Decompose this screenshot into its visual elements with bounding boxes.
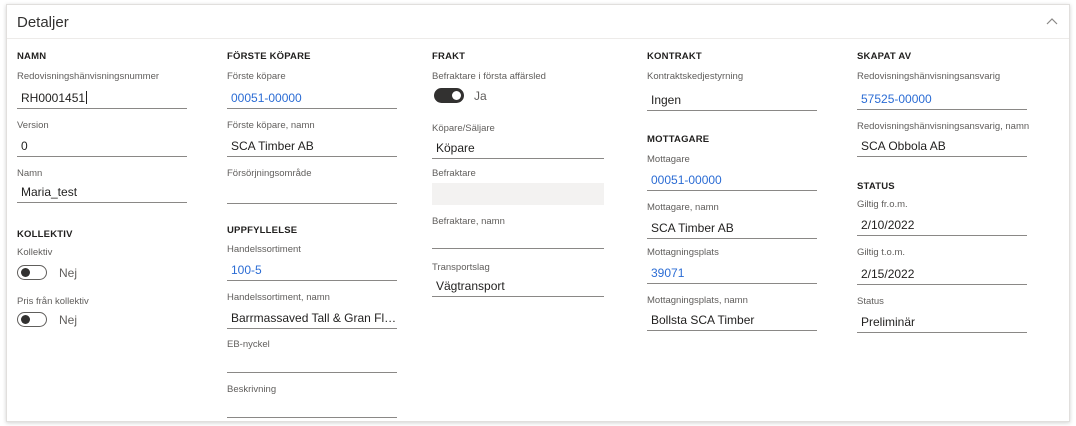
handelssortiment-field[interactable]: 100-5 (227, 259, 397, 281)
redov-nr-label: Redovisningshänvisningsnummer (17, 71, 160, 82)
chevron-up-icon[interactable] (1045, 15, 1059, 29)
toggle-knob (21, 268, 30, 277)
befraktare-forsta-toggle-label: Ja (474, 89, 487, 103)
giltig-tom-label: Giltig t.o.m. (857, 247, 906, 258)
befraktare-label: Befraktare (432, 168, 476, 179)
giltig-from-label: Giltig fr.o.m. (857, 199, 908, 210)
mottagare-label: Mottagare (647, 154, 690, 165)
forste-kopare-namn-label: Förste köpare, namn (227, 120, 315, 131)
befraktare-namn-label: Befraktare, namn (432, 216, 505, 227)
mottagningsplats-field[interactable]: 39071 (647, 262, 817, 284)
mottagningsplats-namn-field[interactable]: Bollsta SCA Timber (647, 309, 817, 331)
mottagningsplats-label: Mottagningsplats (647, 247, 719, 258)
section-kontrakt: KONTRAKT (647, 51, 702, 62)
handelssortiment-namn-label: Handelssortiment, namn (227, 292, 330, 303)
kopare-saljare-label: Köpare/Säljare (432, 123, 495, 134)
mottagare-namn-field[interactable]: SCA Timber AB (647, 217, 817, 239)
redov-nr-field[interactable]: RH0001451 (17, 87, 187, 109)
ansvarig-label: Redovisningshänvisningsansvarig (857, 71, 1001, 82)
giltig-tom-field[interactable]: 2/15/2022 (857, 263, 1027, 285)
toggle-knob (452, 91, 461, 100)
text-caret (86, 91, 88, 104)
forste-kopare-label: Förste köpare (227, 71, 286, 82)
befraktare-field (432, 183, 604, 205)
kollektiv-toggle[interactable] (17, 265, 47, 280)
forste-kopare-field[interactable]: 00051-00000 (227, 87, 397, 109)
version-field[interactable]: 0 (17, 135, 187, 157)
section-forste-kopare: FÖRSTE KÖPARE (227, 51, 311, 62)
befraktare-forsta-toggle[interactable] (434, 88, 464, 103)
kontraktskedje-label: Kontraktskedjestyrning (647, 71, 744, 82)
namn-field[interactable]: Maria_test (17, 181, 187, 203)
namn-label: Namn (17, 168, 43, 179)
pris-label: Pris från kollektiv (17, 296, 89, 307)
status-label: Status (857, 296, 884, 307)
ansvarig-field[interactable]: 57525-00000 (857, 88, 1027, 110)
beskrivning-field[interactable] (227, 396, 397, 418)
section-kollektiv: KOLLEKTIV (17, 229, 73, 240)
forsorjning-label: Försörjningsområde (227, 168, 312, 179)
mottagningsplats-namn-label: Mottagningsplats, namn (647, 295, 748, 306)
status-field[interactable]: Preliminär (857, 311, 1027, 333)
handelssortiment-namn-field[interactable]: Barrmassaved Tall & Gran Flertr... (227, 307, 397, 329)
panel-title: Detaljer (17, 14, 69, 31)
mottagare-namn-label: Mottagare, namn (647, 202, 719, 213)
handelssortiment-label: Handelssortiment (227, 244, 301, 255)
panel-header[interactable]: Detaljer (7, 5, 1069, 39)
mottagare-field[interactable]: 00051-00000 (647, 169, 817, 191)
toggle-knob (21, 315, 30, 324)
eb-nyckel-field[interactable] (227, 351, 397, 373)
ansvarig-namn-field[interactable]: SCA Obbola AB (857, 135, 1027, 157)
details-panel: Detaljer NAMN Redovisningshänvisningsnum… (6, 4, 1070, 422)
ansvarig-namn-label: Redovisningshänvisningsansvarig, namn (857, 121, 1030, 132)
transportslag-field[interactable]: Vägtransport (432, 275, 604, 297)
kollektiv-label: Kollektiv (17, 247, 53, 258)
pris-toggle[interactable] (17, 312, 47, 327)
eb-nyckel-label: EB-nyckel (227, 339, 270, 350)
section-mottagare: MOTTAGARE (647, 134, 710, 145)
kopare-saljare-field[interactable]: Köpare (432, 137, 604, 159)
section-frakt: FRAKT (432, 51, 466, 62)
forsorjning-field[interactable] (227, 182, 397, 204)
kollektiv-toggle-label: Nej (59, 266, 78, 280)
section-skapat-av: SKAPAT AV (857, 51, 912, 62)
befraktare-forsta-label: Befraktare i första affärsled (432, 71, 546, 82)
beskrivning-label: Beskrivning (227, 384, 277, 395)
section-status: STATUS (857, 181, 895, 192)
giltig-from-field[interactable]: 2/10/2022 (857, 214, 1027, 236)
version-label: Version (17, 120, 49, 131)
redov-nr-value: RH0001451 (21, 91, 86, 105)
section-uppfyllelse: UPPFYLLELSE (227, 225, 298, 236)
befraktare-namn-field[interactable] (432, 227, 604, 249)
kontraktskedje-field[interactable]: Ingen (647, 89, 817, 111)
forste-kopare-namn-field[interactable]: SCA Timber AB (227, 135, 397, 157)
section-namn: NAMN (17, 51, 47, 62)
pris-toggle-label: Nej (59, 313, 78, 327)
transportslag-label: Transportslag (432, 262, 490, 273)
